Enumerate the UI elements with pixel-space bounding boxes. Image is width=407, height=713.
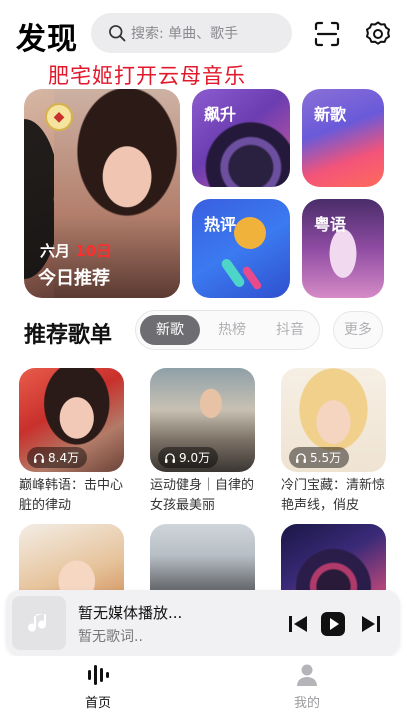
playlist-card[interactable]: 9.0万 运动健身｜自律的女孩最美丽 — [150, 368, 255, 516]
new-songs-label: 新歌 — [314, 105, 347, 124]
playlist-name: 冷门宝藏：清新惊艳声线，俏皮 — [281, 478, 386, 513]
player-artwork — [12, 596, 66, 650]
playlist-name: 运动健身｜自律的女孩最美丽 — [150, 478, 255, 513]
waveform-icon — [88, 665, 109, 685]
music-note-icon — [28, 614, 47, 632]
search-placeholder: 搜索: 单曲、歌手 — [131, 26, 239, 42]
previous-icon[interactable] — [287, 613, 309, 635]
promo-banner-text: 肥宅姬打开云母音乐 — [48, 64, 246, 88]
headphones-icon — [34, 452, 44, 463]
nav-home-label: 首页 — [84, 696, 111, 711]
tab-douyin[interactable]: 抖音 — [260, 315, 320, 345]
daily-label: 今日推荐 — [38, 268, 110, 289]
playlist-tabs: 新歌 热榜 抖音 — [135, 310, 320, 350]
search-icon — [109, 25, 126, 42]
rising-chart-label: 飙升 — [204, 105, 237, 124]
next-icon[interactable] — [360, 613, 382, 635]
more-button[interactable]: 更多 — [333, 311, 383, 349]
playlist-cover: 9.0万 — [150, 368, 255, 472]
player-lyric: 暂无歌词.. — [78, 629, 143, 645]
play-count-text: 5.5万 — [310, 451, 342, 465]
mini-player[interactable]: 暂无媒体播放... 暂无歌词.. — [6, 590, 400, 656]
playlist-card[interactable]: 8.4万 巅峰韩语：击中心脏的律动 — [19, 368, 124, 516]
new-songs-card[interactable]: 新歌 — [302, 89, 384, 187]
tab-hot[interactable]: 热榜 — [202, 315, 262, 345]
play-count-text: 8.4万 — [48, 451, 80, 465]
headphones-icon — [296, 452, 306, 463]
gear-icon[interactable] — [364, 20, 392, 48]
decor-bar — [219, 257, 247, 289]
nav-me-label: 我的 — [293, 696, 320, 711]
playlist-cover: 5.5万 — [281, 368, 386, 472]
tab-new[interactable]: 新歌 — [140, 315, 200, 345]
play-count-text: 9.0万 — [179, 451, 211, 465]
hot-comments-card[interactable]: 热评 — [192, 199, 290, 298]
decor-bar — [241, 265, 263, 291]
diamond-badge-icon: ◆ — [45, 103, 73, 131]
playlist-card[interactable]: 5.5万 冷门宝藏：清新惊艳声线，俏皮 — [281, 368, 386, 516]
nav-me[interactable]: 我的 — [267, 662, 347, 711]
hot-comments-label: 热评 — [204, 215, 237, 234]
play-count: 9.0万 — [158, 447, 219, 468]
playlist-name: 巅峰韩语：击中心脏的律动 — [19, 478, 124, 513]
player-song-title: 暂无媒体播放... — [78, 604, 183, 622]
play-count: 8.4万 — [27, 447, 88, 468]
scan-icon[interactable] — [313, 20, 341, 48]
cantonese-label: 粤语 — [314, 215, 347, 234]
user-icon — [297, 664, 317, 686]
search-bar[interactable]: 搜索: 单曲、歌手 — [91, 13, 292, 53]
cantonese-card[interactable]: 粤语 — [302, 199, 384, 298]
play-count: 5.5万 — [289, 447, 350, 468]
play-icon[interactable] — [320, 611, 346, 637]
bottom-nav: 首页 我的 — [0, 656, 407, 713]
playlist-cover: 8.4万 — [19, 368, 124, 472]
header: 发现 搜索: 单曲、歌手 — [0, 0, 407, 62]
daily-date: 六月 10日 — [40, 240, 111, 261]
page-title: 发现 — [16, 22, 78, 57]
nav-home[interactable]: 首页 — [58, 662, 138, 711]
rising-chart-card[interactable]: 飙升 — [192, 89, 290, 187]
headphones-icon — [165, 452, 175, 463]
daily-day: 10日 — [75, 242, 112, 260]
section-title: 推荐歌单 — [24, 323, 113, 348]
daily-month: 六月 — [40, 242, 71, 260]
decor-circle — [234, 217, 266, 249]
